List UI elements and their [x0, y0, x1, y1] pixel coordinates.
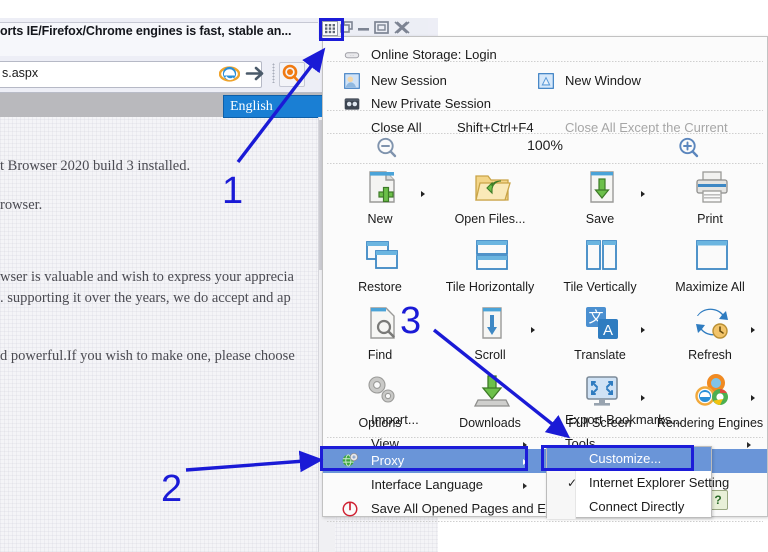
menu-tile-label: Maximize All: [675, 280, 745, 294]
browser-tab-title: orts IE/Firefox/Chrome engines is fast, …: [0, 24, 292, 38]
svg-text:···: ···: [350, 53, 354, 58]
maximize-all-icon: [692, 235, 732, 275]
zoom-in-icon[interactable]: [677, 136, 701, 165]
menu-tile-label: Refresh: [688, 348, 732, 362]
menu-tile-label: Restore: [358, 280, 402, 294]
menu-separator: [327, 163, 763, 164]
menu-item-label: Save All Opened Pages and Exit: [371, 501, 559, 516]
chevron-right-icon[interactable]: [421, 191, 425, 197]
annotation-box-proxy: [320, 446, 528, 471]
go-arrow-icon[interactable]: [245, 63, 267, 84]
translate-icon: 文A: [582, 303, 622, 343]
menu-tile[interactable]: New: [325, 165, 435, 232]
rendering-engines-icon: [692, 371, 732, 411]
downloads-icon: [472, 371, 512, 411]
check-icon: ✓: [567, 476, 578, 490]
menu-tile-label: Print: [697, 212, 723, 226]
chevron-right-icon[interactable]: [641, 395, 645, 401]
menu-tile-label: Open Files...: [454, 212, 526, 226]
menu-tile[interactable]: Restore: [325, 233, 435, 300]
zoom-level-label: 100%: [527, 137, 563, 153]
submenu-item-label: Connect Directly: [589, 499, 685, 514]
page-text-line: . supporting it over the years, we do ac…: [0, 290, 291, 306]
zoom-out-icon[interactable]: [375, 136, 399, 165]
internet-explorer-icon: [218, 63, 241, 84]
chevron-right-icon[interactable]: [641, 327, 645, 333]
zoom-control-row: 100%: [323, 133, 767, 163]
menu-tile[interactable]: Tile Horizontally: [435, 233, 545, 300]
power-exit-icon: [341, 500, 359, 523]
menu-tile[interactable]: Tile Vertically: [545, 233, 655, 300]
search-icon[interactable]: [279, 62, 305, 87]
close-icon: [394, 21, 410, 34]
page-text-line: d powerful.If you wish to make one, plea…: [0, 348, 295, 364]
open-folder-icon: [472, 167, 512, 207]
submenu-item[interactable]: Connect Directly: [547, 495, 711, 519]
menu-item-label: Online Storage: Login: [371, 47, 497, 62]
annotation-number: 2: [161, 468, 183, 510]
restore-windows-icon: [362, 235, 402, 275]
menu-tile[interactable]: Maximize All: [655, 233, 765, 300]
tile-horizontal-icon: [472, 235, 512, 275]
save-download-icon: [582, 167, 622, 207]
toolbar-divider: [272, 63, 275, 83]
menu-tile-label: Find: [367, 348, 393, 362]
menu-tile[interactable]: Refresh: [655, 301, 765, 368]
chevron-right-icon[interactable]: [751, 327, 755, 333]
page-text-line: rowser.: [0, 197, 43, 213]
online-storage-icon: ···: [343, 46, 361, 69]
menu-separator: [327, 521, 763, 522]
chevron-right-icon[interactable]: [751, 395, 755, 401]
find-magnifier-icon: [362, 303, 402, 343]
menu-item-label: Export Bookmarks...: [565, 412, 683, 427]
menu-icon-grid: New Open Files... Save Print Restore Tile Hor…: [325, 165, 767, 435]
menu-item-label: New Window: [565, 73, 641, 88]
menu-tile-label: Scroll: [474, 348, 506, 362]
gears-options-icon: [362, 371, 402, 411]
menu-tile[interactable]: 文 A Translate: [545, 301, 655, 368]
menu-separator: [327, 110, 763, 111]
chevron-right-icon[interactable]: [747, 442, 751, 448]
screenshot-root: orts IE/Firefox/Chrome engines is fast, …: [0, 0, 768, 552]
menu-tile[interactable]: Scroll: [435, 301, 545, 368]
menu-item[interactable]: ··· Online Storage: Login: [323, 43, 767, 67]
page-text-line: t Browser 2020 build 3 installed.: [0, 158, 191, 174]
menu-item[interactable]: New Window: [323, 69, 767, 93]
chevron-right-icon[interactable]: [531, 327, 535, 333]
new-document-icon: [362, 167, 402, 207]
annotation-box-grid-button: [319, 18, 344, 41]
menu-separator: [327, 61, 763, 62]
scroll-down-icon: [472, 303, 512, 343]
minimize-icon: [358, 28, 369, 31]
browser-titlebar: [0, 0, 438, 18]
menu-item[interactable]: Export Bookmarks...: [323, 408, 767, 432]
chevron-right-icon[interactable]: [523, 483, 527, 489]
menu-tile-label: New: [367, 212, 393, 226]
menu-item[interactable]: New Private Session: [323, 92, 767, 116]
menu-item-label: Interface Language: [371, 477, 484, 492]
address-bar-text: s.aspx: [2, 66, 39, 80]
menu-tile[interactable]: Print: [655, 165, 765, 232]
submenu-item-label: Internet Explorer Setting: [589, 475, 730, 490]
private-session-icon: [343, 95, 361, 118]
svg-text:A: A: [603, 322, 613, 339]
menu-tile[interactable]: Save: [545, 165, 655, 232]
chevron-right-icon[interactable]: [641, 191, 645, 197]
tile-vertical-icon: [582, 235, 622, 275]
menu-tile[interactable]: Open Files...: [435, 165, 545, 232]
refresh-icon: [692, 303, 732, 343]
menu-item-label: New Private Session: [371, 96, 491, 111]
annotation-box-customize: [541, 445, 694, 471]
annotation-number: 1: [222, 170, 244, 212]
annotation-number: 3: [400, 300, 422, 342]
menu-tile-label: Tile Horizontally: [445, 280, 535, 294]
maximize-icon: [374, 21, 389, 34]
printer-icon: [692, 167, 732, 207]
page-text-line: wser is valuable and wish to express you…: [0, 269, 294, 285]
submenu-item[interactable]: ✓ Internet Explorer Setting: [547, 471, 729, 495]
menu-tile-label: Translate: [574, 348, 626, 362]
menu-tile-label: Save: [585, 212, 615, 226]
full-screen-icon: [582, 371, 622, 411]
menu-tile-label: Tile Vertically: [563, 280, 637, 294]
